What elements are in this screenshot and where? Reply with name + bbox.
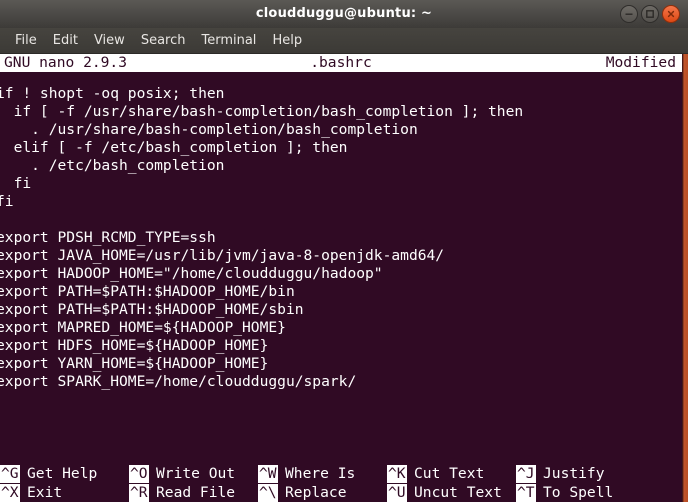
shortcut-label[interactable]: Get Help (27, 465, 97, 483)
shortcut-label[interactable]: Uncut Text (414, 484, 502, 502)
window-right-border (682, 54, 688, 502)
menu-item-search[interactable]: Search (133, 31, 194, 50)
shortcut-key[interactable]: ^G (0, 465, 20, 483)
text-line: if ! shopt -oq posix; then (0, 85, 225, 102)
text-line: fi (13, 175, 32, 192)
nano-modified-status: Modified (605, 54, 676, 71)
shortcut-key[interactable]: ^\ (258, 484, 278, 502)
shortcut-key[interactable]: ^X (0, 484, 20, 502)
shortcut-label[interactable]: Where Is (285, 465, 355, 483)
text-line: export YARN_HOME=${HADOOP_HOME} (0, 355, 269, 372)
shortcut-label[interactable]: Read File (156, 484, 235, 502)
text-line: export JAVA_HOME=/usr/lib/jvm/java-8-ope… (0, 247, 445, 264)
shortcut-key[interactable]: ^O (129, 465, 149, 483)
nano-filename: .bashrc (310, 54, 372, 71)
minimize-icon (625, 13, 633, 15)
shortcut-key[interactable]: ^R (129, 484, 149, 502)
menu-item-file[interactable]: File (7, 31, 45, 50)
close-icon (667, 10, 675, 18)
text-line: export HADOOP_HOME="/home/cloudduggu/had… (0, 265, 383, 282)
text-line: export HDFS_HOME=${HADOOP_HOME} (0, 337, 269, 354)
shortcut-row-1: ^G Get Help ^O Write Out ^W Where Is ^K Cut Tex… (0, 465, 682, 483)
text-line: export PATH=$PATH:$HADOOP_HOME/bin (0, 283, 295, 300)
shortcut-key[interactable]: ^U (387, 484, 407, 502)
shortcut-key[interactable]: ^T (516, 484, 536, 502)
menu-item-help[interactable]: Help (264, 31, 310, 50)
window-title: cloudduggu@ubuntu: ~ (255, 6, 433, 21)
shortcut-label[interactable]: To Spell (543, 484, 613, 502)
text-line: export SPARK_HOME=/home/cloudduggu/spark… (0, 373, 357, 390)
text-line: if [ -f /usr/share/bash-completion/bash_… (0, 103, 524, 120)
close-button[interactable] (662, 5, 680, 23)
nano-titlebar: GNU nano 2.9.3 .bashrc Modified (0, 54, 682, 72)
shortcut-key[interactable]: ^K (387, 465, 407, 483)
menu-item-view[interactable]: View (86, 31, 133, 50)
shortcut-label[interactable]: Justify (543, 465, 605, 483)
shortcut-row-2: ^X Exit ^R Read File ^\ Replace ^U Uncut Text ^T… (0, 484, 682, 502)
menu-bar: File Edit View Search Terminal Help (0, 28, 688, 54)
terminal-screen[interactable]: GNU nano 2.9.3 .bashrc Modified if ! sho… (0, 54, 682, 502)
shortcut-key[interactable]: ^J (516, 465, 536, 483)
text-line: . /etc/bash_completion (0, 157, 225, 174)
shortcut-key[interactable]: ^W (258, 465, 278, 483)
menu-item-terminal[interactable]: Terminal (193, 31, 264, 50)
text-line: export PATH=$PATH:$HADOOP_HOME/sbin (0, 301, 304, 318)
text-line: . /usr/share/bash-completion/bash_comple… (0, 121, 418, 138)
nano-shortcut-bar: ^G Get Help ^O Write Out ^W Where Is ^K Cut Tex… (0, 465, 682, 502)
shortcut-label[interactable]: Replace (285, 484, 347, 502)
shortcut-label[interactable]: Exit (27, 484, 62, 502)
shortcut-label[interactable]: Write Out (156, 465, 235, 483)
text-line: export MAPRED_HOME=${HADOOP_HOME} (0, 319, 286, 336)
shortcut-label[interactable]: Cut Text (414, 465, 484, 483)
text-line: export PDSH_RCMD_TYPE=ssh (0, 229, 216, 246)
menu-item-edit[interactable]: Edit (45, 31, 86, 50)
text-line: elif [ -f /etc/bash_completion ]; then (0, 139, 348, 156)
maximize-button[interactable] (641, 5, 659, 23)
terminal-window: cloudduggu@ubuntu: ~ File Edit View Sear… (0, 0, 688, 502)
window-titlebar[interactable]: cloudduggu@ubuntu: ~ (0, 0, 688, 28)
text-line: fi (0, 193, 14, 210)
maximize-icon (646, 10, 654, 18)
window-controls (620, 5, 680, 23)
minimize-button[interactable] (620, 5, 638, 23)
